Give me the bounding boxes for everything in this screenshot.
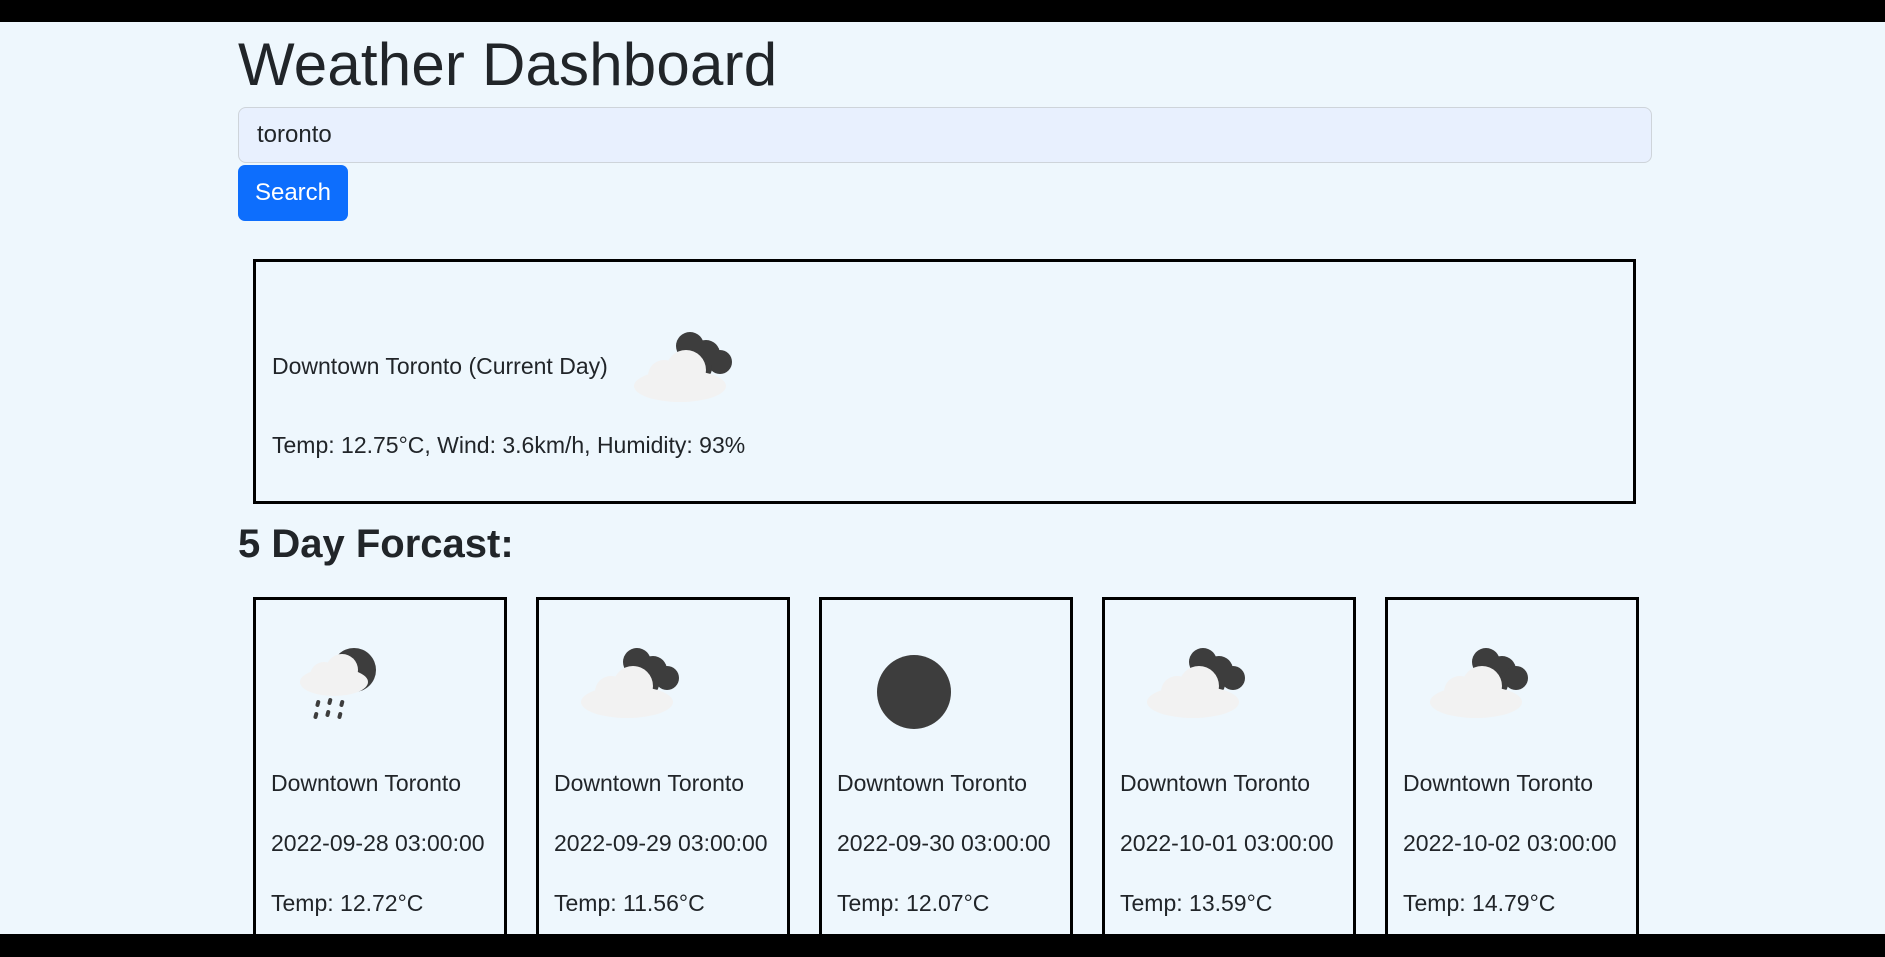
search-button[interactable]: Search (238, 165, 348, 221)
forecast-temp: Temp: 11.56°C (554, 890, 705, 916)
forecast-row: Downtown Toronto 2022-09-28 03:00:00 Tem… (253, 597, 1639, 934)
cloud-moon-icon (630, 324, 740, 409)
cloud-moon-icon (1143, 640, 1253, 725)
forecast-card: Downtown Toronto 2022-10-02 03:00:00 Tem… (1385, 597, 1639, 934)
forecast-temp: Temp: 12.07°C (837, 890, 990, 916)
forecast-city: Downtown Toronto (1120, 770, 1311, 796)
forecast-date: 2022-09-30 03:00:00 (837, 830, 1051, 856)
forecast-temp: Temp: 14.79°C (1403, 890, 1556, 916)
forecast-card: Downtown Toronto 2022-09-30 03:00:00 Tem… (819, 597, 1073, 934)
current-weather-card: Downtown Toronto (Current Day) Temp: 12.… (253, 259, 1636, 504)
current-weather-stats: Temp: 12.75°C, Wind: 3.6km/h, Humidity: … (272, 432, 746, 458)
forecast-card: Downtown Toronto 2022-09-29 03:00:00 Tem… (536, 597, 790, 934)
forecast-heading: 5 Day Forcast: (238, 522, 514, 566)
search-input[interactable] (238, 107, 1652, 163)
cloud-moon-icon (577, 640, 687, 725)
forecast-card: Downtown Toronto 2022-09-28 03:00:00 Tem… (253, 597, 507, 934)
forecast-city: Downtown Toronto (1403, 770, 1594, 796)
forecast-date: 2022-09-28 03:00:00 (271, 830, 485, 856)
page-title: Weather Dashboard (238, 31, 778, 98)
forecast-city: Downtown Toronto (837, 770, 1028, 796)
forecast-card: Downtown Toronto 2022-10-01 03:00:00 Tem… (1102, 597, 1356, 934)
current-weather-header: Downtown Toronto (Current Day) (272, 324, 740, 409)
current-city-label: Downtown Toronto (Current Day) (272, 353, 608, 379)
forecast-city: Downtown Toronto (554, 770, 745, 796)
forecast-temp: Temp: 13.59°C (1120, 890, 1273, 916)
forecast-city: Downtown Toronto (271, 770, 462, 796)
cloud-moon-icon (1426, 640, 1536, 725)
forecast-temp: Temp: 12.72°C (271, 890, 424, 916)
clear-night-icon (874, 652, 954, 737)
forecast-date: 2022-10-02 03:00:00 (1403, 830, 1617, 856)
rain-moon-icon (294, 640, 404, 735)
page-viewport: Weather Dashboard Search Downtown Toront… (0, 22, 1885, 934)
forecast-date: 2022-09-29 03:00:00 (554, 830, 768, 856)
forecast-date: 2022-10-01 03:00:00 (1120, 830, 1334, 856)
